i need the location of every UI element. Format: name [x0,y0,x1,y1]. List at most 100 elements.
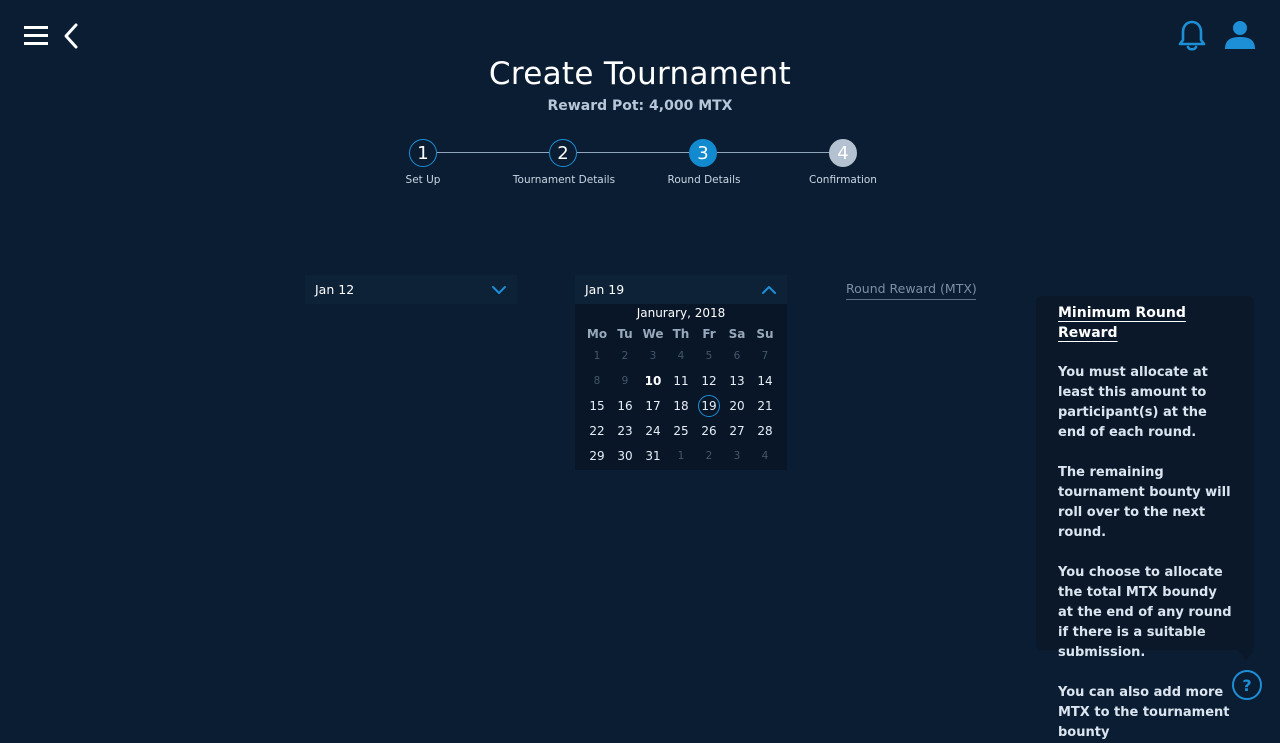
calendar-day[interactable]: 31 [639,444,667,469]
calendar-day[interactable]: 22 [583,419,611,444]
calendar-day-number: 12 [701,374,717,388]
end-date-value: Jan 19 [585,282,625,297]
menu-icon[interactable] [22,24,50,48]
calendar-day-number: 18 [673,399,689,413]
calendar-day[interactable]: 27 [723,419,751,444]
calendar-day-number: 9 [621,375,629,387]
calendar-day[interactable]: 21 [751,394,779,419]
step-2-label: Tournament Details [512,174,616,186]
step-1-circle[interactable]: 1 [409,139,437,167]
start-date-value: Jan 12 [315,282,355,297]
step-4-circle: 4 [829,139,857,167]
step-2-circle[interactable]: 2 [549,139,577,167]
calendar-day[interactable]: 20 [723,394,751,419]
calendar-day-number: 4 [761,450,769,462]
step-connector [577,152,689,153]
calendar-day-number: 24 [645,424,661,438]
calendar-day[interactable]: 25 [667,419,695,444]
step-4-label: Confirmation [809,174,877,186]
calendar-day[interactable]: 12 [695,369,723,394]
weekday-label: Sa [728,327,746,341]
chevron-down-icon [492,285,506,294]
calendar-day-number: 28 [757,424,773,438]
calendar-day: 8 [583,369,611,394]
step-1-label: Set Up [405,174,441,186]
calendar-day[interactable]: 16 [611,394,639,419]
round-reward-input[interactable] [846,279,976,300]
calendar-day[interactable]: 14 [751,369,779,394]
bell-icon[interactable] [1176,18,1208,52]
calendar-day-number: 11 [673,374,689,388]
start-date-dropdown[interactable]: Jan 12 [305,275,517,304]
calendar-day-number: 3 [733,450,741,462]
calendar-day[interactable]: 24 [639,419,667,444]
help-icon: ? [1242,675,1252,695]
weekday-label: We [642,327,664,341]
step-connector [437,152,549,153]
calendar-day[interactable]: 26 [695,419,723,444]
calendar-day-number: 1 [593,350,601,362]
calendar-days-grid: 1 2 3 4 5 6 7 8 9 10 11 12 13 14 15 16 17 18 19 20 21 22 23 24 2… [575,344,787,469]
calendar-day[interactable]: 17 [639,394,667,419]
calendar-day[interactable]: 13 [723,369,751,394]
weekday-label: Su [756,327,774,341]
calendar-day: 3 [723,444,751,469]
date-picker-calendar: Janurary, 2018 Mo Tu We Th Fr Sa Su 1234567891… [575,304,787,470]
calendar-day[interactable]: 11 [667,369,695,394]
calendar-day[interactable]: 10 [639,369,667,394]
calendar-day[interactable]: 29 [583,444,611,469]
calendar-day[interactable]: 30 [611,444,639,469]
calendar-day: 3 [639,344,667,369]
calendar-day-number: 27 [729,424,745,438]
calendar-day-selected[interactable]: 19 [695,394,723,419]
calendar-day-number: 22 [589,424,605,438]
calendar-day-number: 17 [645,399,661,413]
calendar-day-number: 5 [705,350,713,362]
calendar-day: 2 [695,444,723,469]
tooltip-paragraph: You can also add more MTX to the tournam… [1058,685,1230,740]
minimum-round-reward-tooltip: Minimum Round Reward You must allocate a… [1036,296,1254,740]
calendar-day: 6 [723,344,751,369]
calendar-day: 9 [611,369,639,394]
calendar-day[interactable]: 15 [583,394,611,419]
page-title: Create Tournament [488,56,792,92]
calendar-day-number: 13 [729,374,745,388]
calendar-day-number: 15 [589,399,605,413]
calendar-day: 1 [583,344,611,369]
user-icon[interactable] [1222,18,1258,52]
calendar-month-label: Janurary, 2018 [636,306,726,320]
calendar-day-number: 6 [733,350,741,362]
calendar-day: 4 [667,344,695,369]
step-3-circle[interactable]: 3 [689,139,717,167]
weekday-label: Fr [702,327,716,341]
help-button[interactable]: ? [1232,670,1262,700]
calendar-day-number: 7 [761,350,769,362]
calendar-day-number: 19 [698,395,720,417]
calendar-day-number: 21 [757,399,773,413]
back-icon[interactable] [60,22,82,50]
calendar-weekday-row: Mo Tu We Th Fr Sa Su [575,324,787,344]
end-date-dropdown[interactable]: Jan 19 [575,275,787,304]
calendar-day-number: 23 [617,424,633,438]
step-3-label: Round Details [667,174,741,186]
step-connector [717,152,829,153]
tooltip-paragraph: The remaining tournament bounty will rol… [1058,465,1231,540]
weekday-label: Mo [586,327,608,341]
calendar-day-number: 2 [705,450,713,462]
calendar-day[interactable]: 28 [751,419,779,444]
calendar-day-number: 2 [621,350,629,362]
calendar-day-number: 30 [617,449,633,463]
weekday-label: Th [672,327,690,341]
weekday-label: Tu [617,327,633,341]
tooltip-paragraph: You must allocate at least this amount t… [1058,365,1208,440]
calendar-day: 4 [751,444,779,469]
calendar-day-number: 3 [649,350,657,362]
calendar-day-number: 20 [729,399,745,413]
calendar-day: 1 [667,444,695,469]
tooltip-pointer [1238,650,1254,660]
calendar-day[interactable]: 23 [611,419,639,444]
calendar-day: 7 [751,344,779,369]
chevron-up-icon [762,285,776,294]
tooltip-title: Minimum Round Reward [1058,305,1186,341]
calendar-day[interactable]: 18 [667,394,695,419]
